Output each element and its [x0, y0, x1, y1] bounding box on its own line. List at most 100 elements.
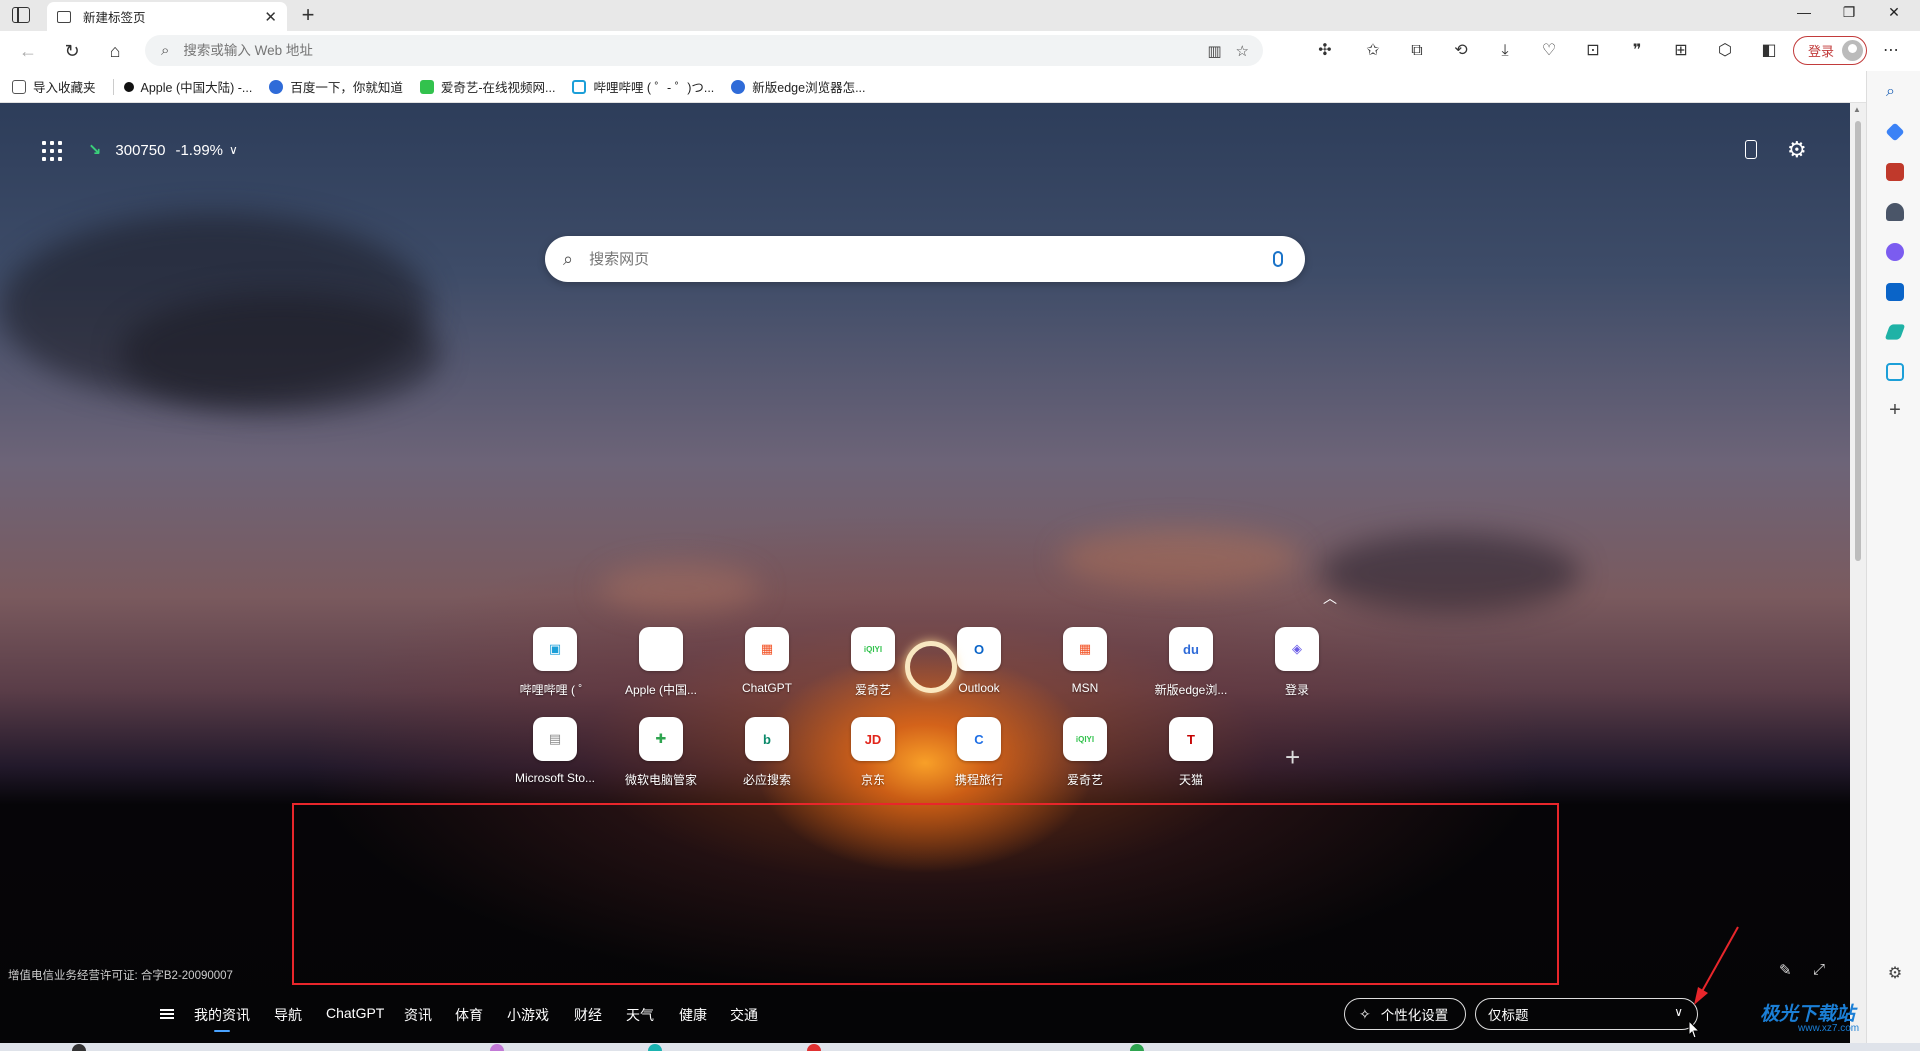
quick-link-label: 携程旅行	[954, 773, 1003, 787]
quick-link-tile[interactable]: ✚ 微软电脑管家	[616, 717, 706, 788]
quick-link-tile[interactable]: b 必应搜索	[722, 717, 812, 788]
extensions-icon[interactable]: ✣	[1314, 40, 1336, 62]
browser-essentials-icon[interactable]: ♡	[1538, 40, 1560, 62]
minimize-button[interactable]: —	[1789, 4, 1819, 20]
tab-new-tab[interactable]: 新建标签页 ✕	[47, 2, 287, 31]
close-tab-icon[interactable]: ✕	[264, 8, 277, 26]
quote-icon[interactable]: ❞	[1626, 40, 1648, 62]
sidebar-settings-icon[interactable]: ⚙	[1886, 963, 1904, 982]
page-scrollbar[interactable]: ▲	[1850, 103, 1866, 1051]
refresh-button[interactable]: ↻	[58, 37, 86, 65]
games-icon[interactable]	[1886, 203, 1904, 221]
bilibili-icon[interactable]	[1886, 363, 1904, 381]
sidebar-toggle-icon[interactable]: ◧	[1758, 40, 1780, 62]
web-search-input[interactable]	[589, 250, 1273, 268]
collections-icon[interactable]: ⧉	[1406, 40, 1428, 62]
jd-icon: JD	[851, 717, 895, 761]
edit-background-icon[interactable]: ✎	[1779, 961, 1792, 979]
address-bar[interactable]: ⌕ ▥ ☆	[145, 35, 1263, 66]
feed-tab[interactable]: 小游戏	[507, 1005, 549, 1025]
baidu-icon	[731, 79, 746, 94]
taskbar-app-icon[interactable]	[490, 1044, 504, 1051]
content-layout-select[interactable]: 仅标题 ∨	[1475, 998, 1698, 1030]
personalize-label: 个性化设置	[1380, 1008, 1449, 1023]
quick-link-tile[interactable]: ▤ Microsoft Sto...	[510, 717, 600, 785]
quick-link-tile[interactable]: T 天猫	[1146, 717, 1236, 788]
menu-icon[interactable]	[160, 1009, 174, 1019]
fullscreen-icon[interactable]: ⤢	[1813, 961, 1825, 978]
taskbar-edge-icon[interactable]	[648, 1044, 662, 1051]
feed-tab[interactable]: 资讯	[404, 1005, 432, 1025]
bookmark-bilibili[interactable]: 哔哩哔哩 ( ゜- ゜)つ...	[572, 77, 714, 96]
feed-tab[interactable]: 交通	[730, 1005, 758, 1025]
quick-link-tile[interactable]: ▦ MSN	[1040, 627, 1130, 695]
scroll-up-icon[interactable]: ▲	[1853, 105, 1861, 114]
bookmark-apple[interactable]: Apple (中国大陆) -...	[123, 77, 252, 96]
quick-link-tile[interactable]: iQIYI 爱奇艺	[1040, 717, 1130, 788]
bookmark-baidu[interactable]: 百度一下，你就知道	[269, 77, 403, 96]
shopping-tag-icon[interactable]	[1885, 122, 1905, 142]
close-window-button[interactable]: ✕	[1879, 4, 1909, 21]
quick-link-tile[interactable]: Apple (中国...	[616, 627, 706, 698]
bookmark-import[interactable]: 导入收藏夹	[12, 77, 96, 96]
stock-widget[interactable]: ↘ 300750 -1.99% ∨	[88, 140, 238, 160]
taskbar-app-icon[interactable]	[1130, 1044, 1144, 1051]
avatar	[1842, 40, 1863, 61]
search-icon[interactable]: ⌕	[1886, 83, 1904, 101]
screenshot-icon[interactable]: ⊡	[1582, 40, 1604, 62]
quick-link-tile[interactable]: JD 京东	[828, 717, 918, 788]
quick-link-tile[interactable]: ▦ ChatGPT	[722, 627, 812, 695]
feed-tab[interactable]: 导航	[274, 1005, 302, 1025]
scroll-thumb[interactable]	[1855, 121, 1861, 561]
gear-icon[interactable]: ⚙	[1787, 137, 1807, 163]
quick-link-label: 爱奇艺	[1066, 773, 1103, 787]
personalize-button[interactable]: ✧ 个性化设置	[1344, 998, 1466, 1030]
bookmark-iqiyi[interactable]: 爱奇艺-在线视频网...	[419, 77, 555, 96]
new-tab-button[interactable]: +	[296, 2, 320, 28]
bookmark-edge-guide[interactable]: 新版edge浏览器怎...	[731, 77, 866, 96]
add-favorite-icon[interactable]: ☆	[1236, 42, 1249, 60]
feed-tab[interactable]: 体育	[455, 1005, 483, 1025]
taskbar-app-icon[interactable]	[807, 1044, 821, 1051]
microphone-icon[interactable]	[1273, 251, 1283, 267]
quick-link-tile[interactable]: C 携程旅行	[934, 717, 1024, 788]
downloads-icon[interactable]: ⤓	[1494, 40, 1516, 62]
bilibili-icon	[572, 79, 587, 94]
home-button[interactable]: ⌂	[101, 37, 129, 65]
cloud-shape	[120, 293, 440, 413]
immersive-reader-icon[interactable]: ▥	[1207, 42, 1221, 60]
outlook-icon[interactable]	[1886, 283, 1904, 301]
more-menu-icon[interactable]: ⋯	[1880, 40, 1902, 62]
app-launcher-icon[interactable]	[42, 141, 62, 161]
feed-tab[interactable]: 财经	[574, 1005, 602, 1025]
history-icon[interactable]: ⟲	[1450, 40, 1472, 62]
taskbar-search-icon[interactable]	[72, 1044, 86, 1051]
favorites-icon[interactable]: ✩	[1362, 40, 1384, 62]
chevron-up-icon[interactable]: ︿	[1323, 588, 1337, 608]
copilot-icon[interactable]	[1886, 243, 1904, 261]
quick-link-tile[interactable]: ◈ 登录	[1252, 627, 1342, 698]
add-sidebar-app-icon[interactable]: +	[1886, 400, 1904, 420]
add-shortcut-button[interactable]: +	[1285, 742, 1300, 773]
quick-link-tile[interactable]: du 新版edge浏...	[1146, 627, 1236, 698]
apps-icon[interactable]: ⊞	[1670, 40, 1692, 62]
tab-actions-icon[interactable]	[12, 7, 30, 23]
microsoft-icon: ▦	[1063, 627, 1107, 671]
quick-link-label: 哔哩哔哩 ( ゜	[519, 683, 591, 697]
back-button[interactable]: ←	[14, 37, 42, 65]
cloud-shape	[1060, 528, 1300, 588]
send-icon[interactable]	[1884, 324, 1906, 340]
feed-tab[interactable]: 天气	[626, 1005, 654, 1025]
tools-briefcase-icon[interactable]	[1886, 163, 1904, 181]
phone-icon[interactable]	[1745, 140, 1757, 159]
restore-button[interactable]: ❐	[1834, 4, 1864, 21]
feed-tab[interactable]: 我的资讯	[194, 1005, 250, 1032]
feed-tab[interactable]: 健康	[679, 1005, 707, 1025]
performance-icon[interactable]: ⬡	[1714, 40, 1736, 62]
feed-tab[interactable]: ChatGPT	[326, 1005, 384, 1021]
watermark-logo: 极光下载站 www.xz7.com	[1760, 999, 1859, 1034]
web-search-box[interactable]: ⌕	[545, 236, 1305, 282]
address-input[interactable]	[183, 43, 1208, 58]
quick-link-tile[interactable]: ▣ 哔哩哔哩 ( ゜	[510, 627, 600, 698]
profile-login-button[interactable]: 登录	[1793, 36, 1867, 65]
